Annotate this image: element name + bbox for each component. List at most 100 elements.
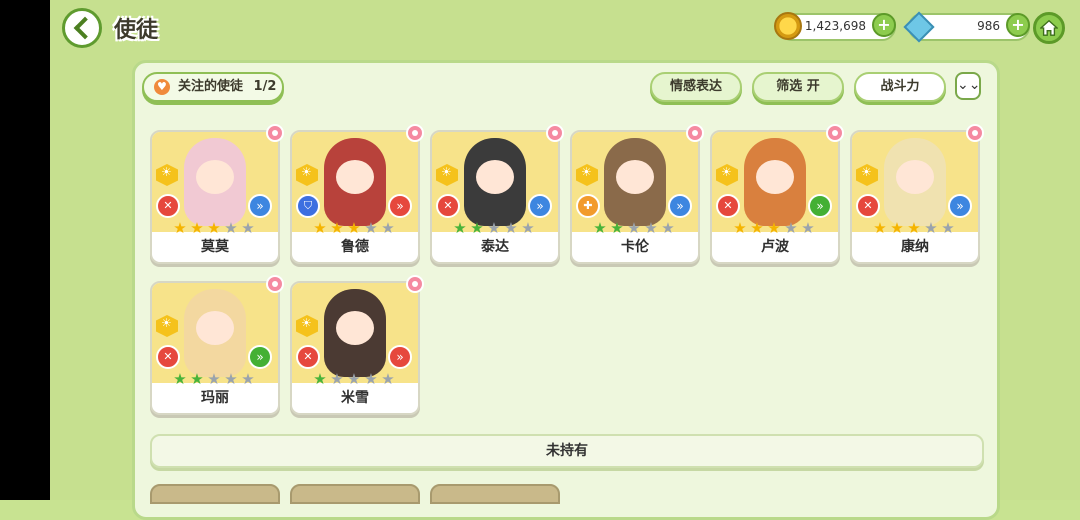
unowned-card-partial[interactable]	[290, 484, 420, 504]
star-rating: ★ ★ ★ ★ ★	[172, 371, 256, 387]
character-card[interactable]: 米雪 ✕ » ★★★★★	[290, 275, 424, 419]
character-name: 卡伦	[621, 239, 649, 255]
flower-icon	[266, 124, 284, 142]
star-rating: ★ ★ ★ ★ ★	[872, 220, 956, 236]
flower-icon	[966, 124, 984, 142]
star-icon: ★	[241, 370, 255, 388]
character-face	[196, 160, 234, 194]
heart-icon	[154, 74, 170, 100]
star-icon: ★	[207, 219, 221, 237]
element-icon: »	[668, 194, 692, 218]
character-face	[196, 311, 234, 345]
star-icon: ★	[207, 370, 221, 388]
flower-icon	[686, 124, 704, 142]
role-icon: ✕	[856, 194, 880, 218]
star-icon: ★	[381, 219, 395, 237]
unowned-card-partial[interactable]	[150, 484, 280, 504]
star-icon: ★	[347, 219, 361, 237]
star-icon: ★	[661, 219, 675, 237]
element-icon: »	[528, 194, 552, 218]
star-icon: ★	[224, 370, 238, 388]
star-icon: ★	[173, 219, 187, 237]
emotion-button[interactable]: 情感表达	[650, 72, 742, 102]
not-owned-section-header[interactable]: 未持有	[150, 434, 984, 468]
character-card[interactable]: 泰达 ✕ » ★★★★★	[430, 124, 564, 268]
character-name: 莫莫	[201, 239, 229, 255]
star-icon: ★	[224, 219, 238, 237]
star-icon: ★	[907, 219, 921, 237]
character-card[interactable]: 莫莫 ✕ » ★★★★★	[150, 124, 284, 268]
star-icon: ★	[733, 219, 747, 237]
gold-counter: 1,423,698 +	[774, 12, 896, 41]
element-icon: »	[388, 194, 412, 218]
star-icon: ★	[750, 219, 764, 237]
star-icon: ★	[767, 219, 781, 237]
followed-apostles-toggle[interactable]: 关注的使徒 1/2	[142, 72, 284, 102]
star-rating: ★ ★ ★ ★ ★	[732, 220, 816, 236]
star-icon: ★	[364, 370, 378, 388]
flower-icon	[406, 275, 424, 293]
element-icon: »	[948, 194, 972, 218]
star-icon: ★	[924, 219, 938, 237]
character-face	[476, 160, 514, 194]
add-gems-button[interactable]: +	[1006, 13, 1030, 37]
star-icon: ★	[190, 219, 204, 237]
star-rating: ★ ★ ★ ★ ★	[172, 220, 256, 236]
add-gold-button[interactable]: +	[872, 13, 896, 37]
star-icon: ★	[784, 219, 798, 237]
star-icon: ★	[364, 219, 378, 237]
star-icon: ★	[453, 219, 467, 237]
star-icon: ★	[521, 219, 535, 237]
character-name: 卢波	[761, 239, 789, 255]
star-icon: ★	[890, 219, 904, 237]
role-icon: ⛉	[296, 194, 320, 218]
home-button[interactable]	[1033, 12, 1065, 44]
star-icon: ★	[330, 370, 344, 388]
expand-chevron-icon[interactable]: ⌄⌄	[955, 72, 981, 100]
character-card[interactable]: 玛丽 ✕ » ★★★★★	[150, 275, 284, 419]
star-icon: ★	[873, 219, 887, 237]
character-name: 玛丽	[201, 390, 229, 406]
gem-icon	[904, 12, 932, 40]
star-icon: ★	[801, 219, 815, 237]
star-icon: ★	[487, 219, 501, 237]
element-icon: »	[248, 345, 272, 369]
home-icon	[1040, 19, 1058, 36]
character-card[interactable]: 康纳 ✕ » ★★★★★	[850, 124, 984, 268]
filter-button[interactable]: 筛选 开	[752, 72, 844, 102]
element-icon: »	[388, 345, 412, 369]
followed-count: 1/2	[253, 79, 277, 94]
star-icon: ★	[593, 219, 607, 237]
sort-power-button[interactable]: 战斗力	[854, 72, 946, 102]
character-name: 泰达	[481, 239, 509, 255]
gem-amount: 986	[977, 19, 1000, 33]
character-card[interactable]: 鲁德 ⛉ » ★★★★★	[290, 124, 424, 268]
unowned-card-partial[interactable]	[430, 484, 560, 504]
gem-counter: 986 +	[908, 13, 1030, 41]
star-icon: ★	[313, 219, 327, 237]
character-face	[756, 160, 794, 194]
character-card[interactable]: 卢波 ✕ » ★★★★★	[710, 124, 844, 268]
element-icon: »	[248, 194, 272, 218]
star-icon: ★	[313, 370, 327, 388]
star-icon: ★	[504, 219, 518, 237]
star-icon: ★	[644, 219, 658, 237]
star-rating: ★ ★ ★ ★ ★	[312, 220, 396, 236]
character-card[interactable]: 卡伦 ✚ » ★★★★★	[570, 124, 704, 268]
back-button[interactable]	[62, 8, 102, 48]
character-name: 鲁德	[341, 239, 369, 255]
flower-icon	[826, 124, 844, 142]
gold-coin-icon	[774, 12, 802, 40]
character-face	[616, 160, 654, 194]
star-icon: ★	[330, 219, 344, 237]
character-face	[896, 160, 934, 194]
star-icon: ★	[190, 370, 204, 388]
flower-icon	[546, 124, 564, 142]
star-icon: ★	[381, 370, 395, 388]
role-icon: ✚	[576, 194, 600, 218]
role-icon: ✕	[156, 194, 180, 218]
role-icon: ✕	[436, 194, 460, 218]
left-black-bar	[0, 0, 50, 500]
page-title: 使徒	[114, 18, 159, 43]
character-name: 康纳	[901, 239, 929, 255]
